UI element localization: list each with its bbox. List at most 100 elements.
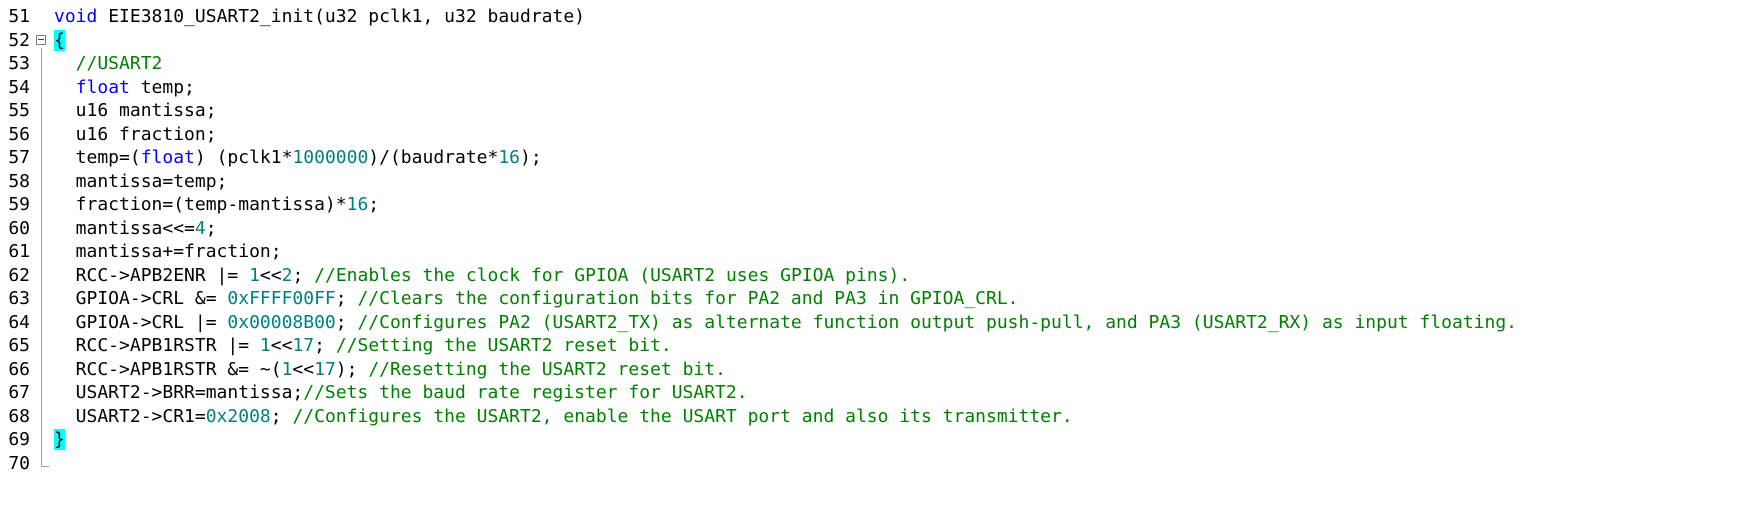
code-token: EIE3810_USART2_init(u32 pclk1, u32 baudr…	[97, 6, 586, 27]
code-line[interactable]: 67 USART2->BRR=mantissa;//Sets the baud …	[0, 380, 1749, 406]
code-token: RCC->APB2ENR |=	[54, 264, 250, 286]
comment-token: //Resetting the USART2 reset bit.	[368, 358, 726, 380]
code-line[interactable]: 64 GPIOA->CRL |= 0x00008B00; //Configure…	[0, 310, 1749, 336]
line-number: 54	[8, 76, 30, 98]
line-number: 53	[8, 53, 30, 74]
code-line[interactable]: 70	[0, 451, 1749, 477]
code-line[interactable]: 52 {	[0, 28, 1749, 54]
code-token: GPIOA->CRL &=	[54, 288, 228, 309]
line-number: 62	[8, 264, 30, 286]
code-line[interactable]: 69}	[0, 427, 1749, 453]
code-line[interactable]: 57 temp=(float) (pclk1*1000000)/(baudrat…	[0, 145, 1749, 171]
code-line[interactable]: 62 RCC->APB2ENR |= 1<<2; //Enables the c…	[0, 263, 1749, 289]
code-token: ) (pclk1*	[194, 147, 293, 168]
code-line[interactable]: 61 mantissa+=fraction;	[0, 239, 1749, 265]
line-code: temp=(float) (pclk1*1000000)/(baudrate*1…	[54, 145, 542, 171]
code-token: ;	[205, 217, 217, 239]
line-number: 58	[8, 170, 30, 192]
code-token: );	[335, 358, 369, 380]
number-token: 17	[292, 335, 315, 356]
code-token: u16 mantissa;	[54, 100, 217, 121]
code-line[interactable]: 53 //USART2	[0, 51, 1749, 77]
comment-token: //Configures the USART2, enable the USAR…	[292, 405, 1073, 427]
line-code: mantissa+=fraction;	[54, 239, 282, 265]
line-code: mantissa=temp;	[54, 169, 228, 195]
code-token: ;	[314, 335, 336, 356]
code-token: ;	[335, 288, 358, 309]
code-token: temp=(	[54, 147, 141, 168]
line-number: 59	[8, 194, 30, 215]
line-code: void EIE3810_USART2_init(u32 pclk1, u32 …	[54, 4, 585, 30]
comment-token: //Clears the configuration bits for PA2 …	[357, 288, 1019, 309]
line-number: 67	[8, 382, 30, 403]
code-token: temp;	[129, 76, 195, 98]
code-token: <<	[292, 358, 315, 380]
number-token: 4	[194, 217, 206, 239]
number-token: 0xFFFF00FF	[227, 288, 336, 309]
code-line[interactable]: 51 void EIE3810_USART2_init(u32 pclk1, u3…	[0, 4, 1749, 30]
code-token: )/(baudrate*	[368, 147, 499, 168]
number-token: 0x00008B00	[227, 311, 336, 333]
code-token: mantissa=temp;	[54, 170, 228, 192]
code-token: RCC->APB1RSTR &= ~(	[54, 358, 282, 380]
code-token: USART2->BRR=mantissa;	[54, 382, 304, 403]
number-token: 1	[259, 335, 271, 356]
code-token: mantissa<<=	[54, 217, 195, 239]
code-editor[interactable]: 51 void EIE3810_USART2_init(u32 pclk1, u3…	[0, 0, 1749, 530]
line-code: u16 fraction;	[54, 122, 217, 148]
number-token: 1000000	[292, 147, 369, 168]
line-number: 52	[8, 29, 30, 51]
code-token: ;	[270, 405, 293, 427]
fold-collapse-icon[interactable]	[36, 34, 46, 45]
code-token: );	[520, 147, 542, 168]
line-number: 63	[8, 288, 30, 309]
code-line[interactable]: 66 RCC->APB1RSTR &= ~(1<<17); //Resettin…	[0, 357, 1749, 383]
code-line[interactable]: 60 mantissa<<=4;	[0, 216, 1749, 242]
code-line[interactable]: 65 RCC->APB1RSTR |= 1<<17; //Setting the…	[0, 333, 1749, 359]
line-code: RCC->APB1RSTR &= ~(1<<17); //Resetting t…	[54, 357, 726, 383]
comment-token: //Setting the USART2 reset bit.	[335, 335, 672, 356]
line-code: //USART2	[54, 51, 163, 77]
line-number: 64	[8, 311, 30, 333]
comment-token: //USART2	[54, 53, 163, 74]
code-token: mantissa+=fraction;	[54, 241, 282, 262]
line-number: 56	[8, 123, 30, 145]
line-number: 51	[8, 6, 30, 27]
line-number: 61	[8, 241, 30, 262]
code-line[interactable]: 59 fraction=(temp-mantissa)*16;	[0, 192, 1749, 218]
line-number: 55	[8, 100, 30, 121]
line-number: 57	[8, 147, 30, 168]
keyword-token: float	[140, 147, 195, 168]
number-token: 17	[314, 358, 336, 380]
number-token: 16	[346, 194, 369, 215]
comment-token: //Configures PA2 (USART2_TX) as alternat…	[357, 311, 1518, 333]
code-token: <<	[270, 335, 293, 356]
line-number: 68	[8, 405, 30, 427]
line-code: RCC->APB2ENR |= 1<<2; //Enables the cloc…	[54, 263, 911, 289]
comment-token: //Sets the baud rate register for USART2…	[303, 382, 748, 403]
code-line[interactable]: 54 float temp;	[0, 75, 1749, 101]
number-token: 1	[249, 264, 260, 286]
line-code: GPIOA->CRL |= 0x00008B00; //Configures P…	[54, 310, 1517, 336]
code-line[interactable]: 63 GPIOA->CRL &= 0xFFFF00FF; //Clears th…	[0, 286, 1749, 312]
line-code: RCC->APB1RSTR |= 1<<17; //Setting the US…	[54, 333, 672, 359]
keyword-token: float	[75, 76, 130, 98]
code-line[interactable]: 58 mantissa=temp;	[0, 169, 1749, 195]
code-token: RCC->APB1RSTR |=	[54, 335, 260, 356]
matched-brace: {	[54, 29, 65, 51]
line-code: mantissa<<=4;	[54, 216, 217, 242]
code-token: u16 fraction;	[54, 123, 217, 145]
code-token: <<	[259, 264, 282, 286]
code-line[interactable]: 55 u16 mantissa;	[0, 98, 1749, 124]
line-number: 65	[8, 335, 30, 356]
code-line[interactable]: 68 USART2->CR1=0x2008; //Configures the …	[0, 404, 1749, 430]
number-token: 16	[498, 147, 521, 168]
line-code: float temp;	[54, 75, 195, 101]
line-code: USART2->BRR=mantissa;//Sets the baud rat…	[54, 380, 748, 406]
line-number: 69	[8, 429, 30, 450]
code-token: GPIOA->CRL |=	[54, 311, 228, 333]
line-code: }	[54, 427, 65, 453]
number-token: 1	[281, 358, 293, 380]
number-token: 0x2008	[205, 405, 271, 427]
code-line[interactable]: 56 u16 fraction;	[0, 122, 1749, 148]
